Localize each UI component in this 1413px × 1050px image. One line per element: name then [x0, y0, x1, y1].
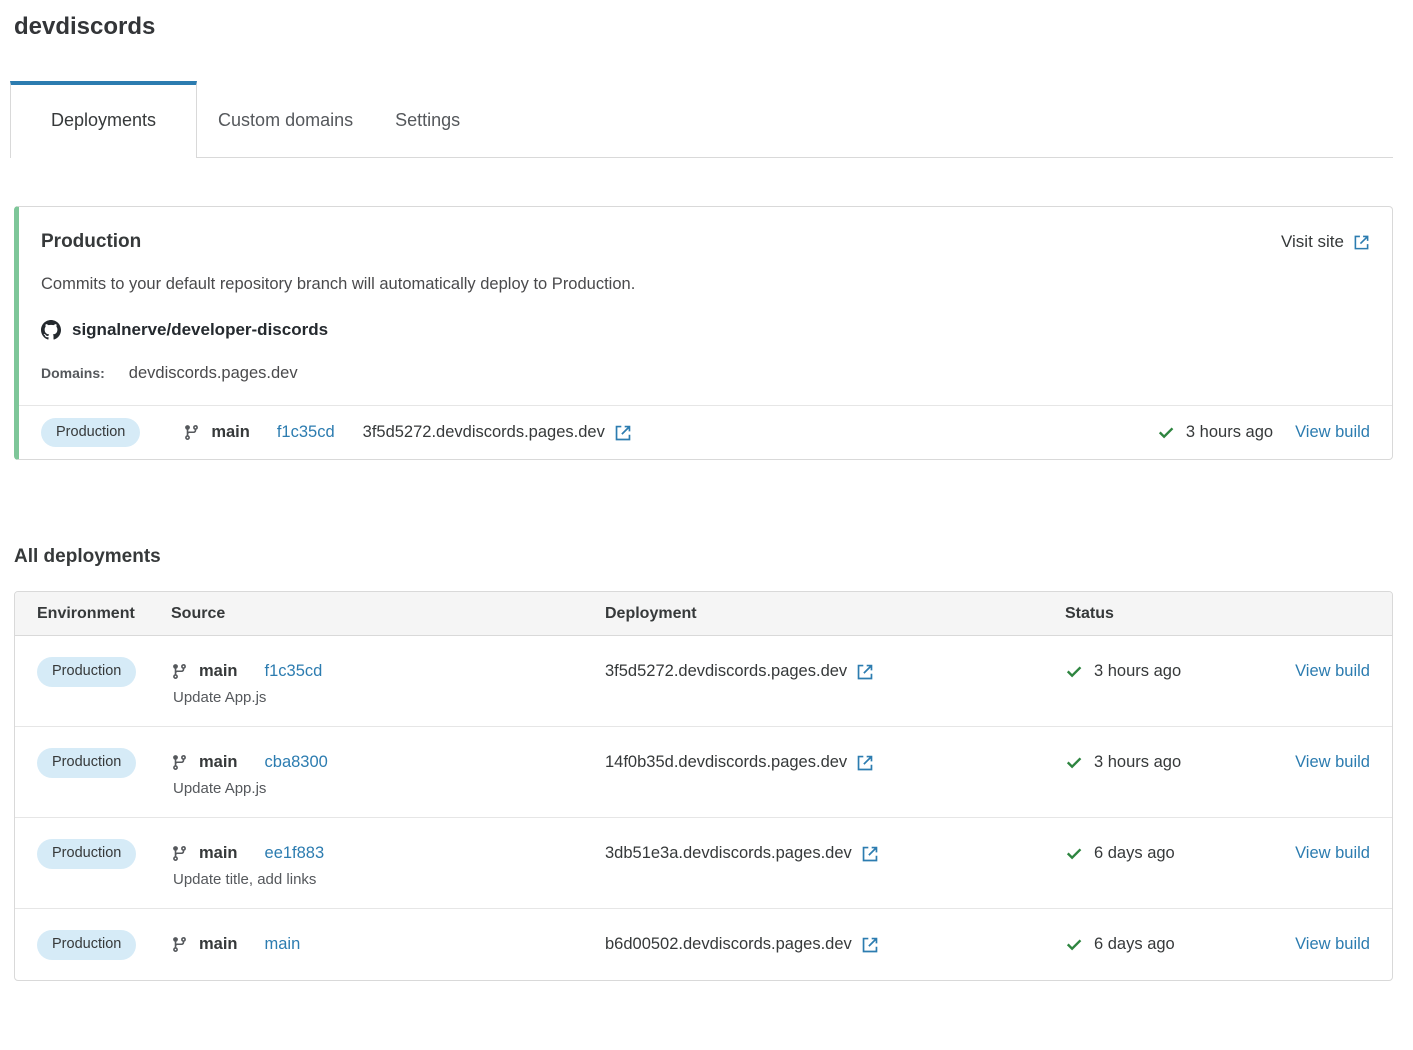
column-header-status: Status — [1065, 605, 1370, 623]
branch-name: main — [211, 423, 250, 442]
commit-hash-link[interactable]: f1c35cd — [277, 423, 335, 442]
all-deployments-heading: All deployments — [14, 546, 1393, 568]
commit-message: Update title, add links — [173, 871, 605, 888]
status-time: 6 days ago — [1094, 935, 1175, 954]
commit-hash-link[interactable]: f1c35cd — [265, 662, 323, 681]
branch-name: main — [199, 662, 238, 681]
git-branch-icon — [171, 754, 188, 771]
external-link-icon[interactable] — [861, 936, 879, 954]
deployment-url: 14f0b35d.devdiscords.pages.dev — [605, 753, 847, 772]
table-row: Production main cba8300 Update App.js 14… — [15, 726, 1392, 817]
commit-message: Update App.js — [173, 689, 605, 706]
tab-settings[interactable]: Settings — [374, 81, 481, 157]
deployment-url: b6d00502.devdiscords.pages.dev — [605, 935, 852, 954]
column-header-deployment: Deployment — [605, 605, 1065, 623]
checkmark-icon — [1065, 845, 1083, 863]
git-branch-icon — [171, 936, 188, 953]
domains-value: devdiscords.pages.dev — [129, 364, 298, 383]
status-time: 3 hours ago — [1094, 662, 1181, 681]
deployment-status: 3 hours ago — [1065, 753, 1181, 772]
deployment-status: 6 days ago — [1065, 935, 1175, 954]
external-link-icon[interactable] — [614, 424, 632, 442]
environment-badge: Production — [37, 748, 136, 777]
deployment-status: 3 hours ago — [1065, 662, 1181, 681]
status-time: 3 hours ago — [1094, 753, 1181, 772]
git-branch-icon — [183, 424, 200, 441]
deployment-status: 6 days ago — [1065, 844, 1175, 863]
commit-hash-link[interactable]: ee1f883 — [265, 844, 325, 863]
view-build-link[interactable]: View build — [1295, 935, 1370, 954]
domains-row: Domains: devdiscords.pages.dev — [41, 364, 1370, 383]
visit-site-link[interactable]: Visit site — [1281, 232, 1370, 252]
commit-hash-link[interactable]: main — [265, 935, 301, 954]
page-title: devdiscords — [14, 13, 1393, 41]
external-link-icon[interactable] — [856, 663, 874, 681]
production-card: Production Visit site Commits to your de… — [14, 206, 1393, 460]
tab-bar: Deployments Custom domains Settings — [10, 81, 1393, 158]
environment-badge: Production — [41, 418, 140, 447]
table-header: Environment Source Deployment Status — [15, 592, 1392, 636]
domains-label: Domains: — [41, 365, 105, 381]
column-header-source: Source — [171, 605, 605, 623]
github-repo-link[interactable]: signalnerve/developer-discords — [41, 320, 1370, 340]
checkmark-icon — [1065, 754, 1083, 772]
visit-site-label: Visit site — [1281, 232, 1344, 252]
view-build-link[interactable]: View build — [1295, 844, 1370, 863]
production-deployment-row: Production main f1c35cd 3f5d5272.devdisc… — [19, 405, 1392, 459]
column-header-environment: Environment — [37, 605, 171, 623]
branch-name: main — [199, 844, 238, 863]
deployment-url: 3f5d5272.devdiscords.pages.dev — [363, 423, 605, 442]
deployment-url: 3db51e3a.devdiscords.pages.dev — [605, 844, 852, 863]
git-branch-icon — [171, 663, 188, 680]
repo-name: signalnerve/developer-discords — [72, 320, 328, 340]
branch-name: main — [199, 935, 238, 954]
external-link-icon[interactable] — [856, 754, 874, 772]
production-description: Commits to your default repository branc… — [41, 275, 1370, 294]
external-link-icon[interactable] — [861, 845, 879, 863]
table-row: Production main main b6d00502.devdiscord… — [15, 908, 1392, 979]
checkmark-icon — [1065, 936, 1083, 954]
table-row: Production main ee1f883 Update title, ad… — [15, 817, 1392, 908]
deployment-url: 3f5d5272.devdiscords.pages.dev — [605, 662, 847, 681]
production-card-title: Production — [41, 231, 141, 253]
checkmark-icon — [1065, 663, 1083, 681]
git-branch-icon — [171, 845, 188, 862]
environment-badge: Production — [37, 930, 136, 959]
branch-name: main — [199, 753, 238, 772]
status-time: 6 days ago — [1094, 844, 1175, 863]
pages-project-page: devdiscords Deployments Custom domains S… — [0, 13, 1413, 981]
environment-badge: Production — [37, 657, 136, 686]
status-time: 3 hours ago — [1186, 423, 1273, 442]
deployments-table: Environment Source Deployment Status Pro… — [14, 591, 1393, 980]
commit-message: Update App.js — [173, 780, 605, 797]
table-row: Production main f1c35cd Update App.js 3f… — [15, 636, 1392, 726]
view-build-link[interactable]: View build — [1295, 662, 1370, 681]
view-build-link[interactable]: View build — [1295, 753, 1370, 772]
commit-hash-link[interactable]: cba8300 — [265, 753, 328, 772]
external-link-icon — [1353, 234, 1370, 251]
deployment-status: 3 hours ago — [1157, 423, 1273, 442]
environment-badge: Production — [37, 839, 136, 868]
tab-deployments[interactable]: Deployments — [10, 81, 197, 158]
github-icon — [41, 320, 61, 340]
view-build-link[interactable]: View build — [1295, 423, 1370, 442]
checkmark-icon — [1157, 424, 1175, 442]
tab-custom-domains[interactable]: Custom domains — [197, 81, 374, 157]
